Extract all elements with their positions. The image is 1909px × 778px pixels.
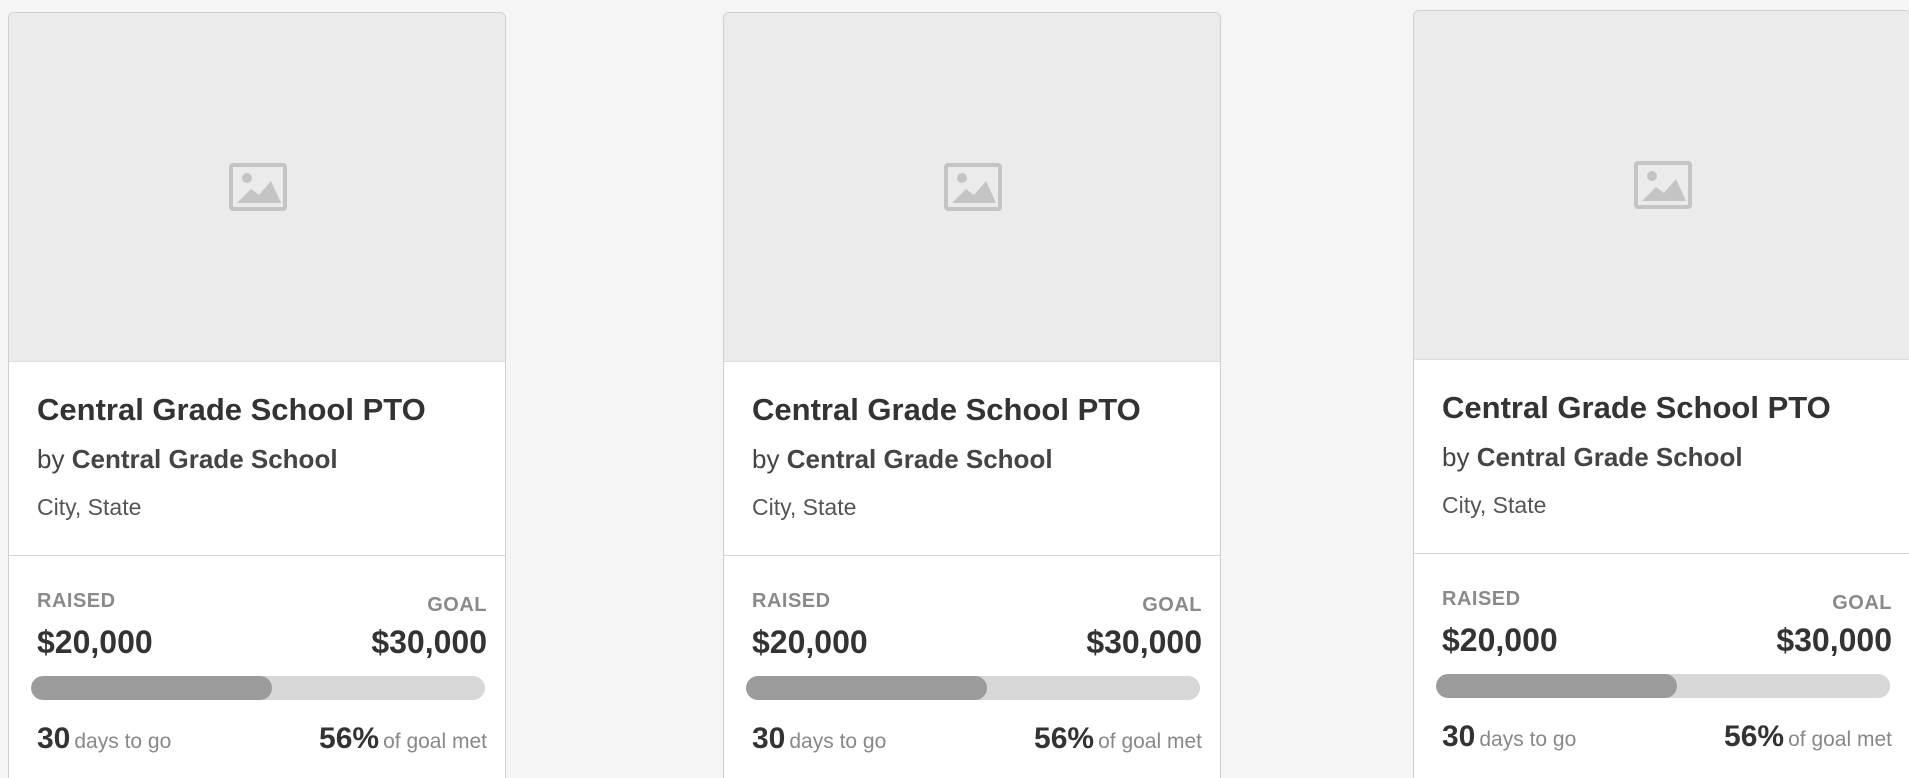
days-text: days to go	[789, 730, 887, 753]
goal-percent: 56% of goal met	[319, 722, 487, 756]
raised-amount: $20,000	[752, 624, 868, 660]
progress-bar	[746, 676, 1200, 700]
raised-label: RAISED	[752, 590, 831, 612]
card-image-placeholder[interactable]	[724, 13, 1220, 362]
campaign-byline: by Central Grade School	[752, 444, 1053, 475]
days-value: 30	[1442, 720, 1476, 753]
days-to-go: 30 days to go	[752, 722, 886, 756]
fundraising-stats: RAISED GOAL $20,000 $30,000 30 days to go…	[9, 556, 505, 756]
percent-text: of goal met	[383, 730, 487, 753]
by-prefix: by	[752, 444, 780, 474]
raised-label: RAISED	[1442, 588, 1521, 610]
progress-fill	[1436, 674, 1677, 698]
goal-label: GOAL	[427, 594, 487, 616]
progress-fill	[31, 676, 272, 700]
card-body: Central Grade School PTO by Central Grad…	[9, 362, 505, 556]
progress-bar	[31, 676, 485, 700]
fundraising-stats: RAISED GOAL $20,000 $30,000 30 days to go…	[1414, 554, 1909, 754]
by-prefix: by	[37, 444, 65, 474]
campaign-byline: by Central Grade School	[37, 444, 338, 475]
goal-amount: $30,000	[1776, 622, 1892, 658]
campaign-card[interactable]: Central Grade School PTO by Central Grad…	[723, 12, 1221, 778]
raised-amount: $20,000	[37, 624, 153, 660]
campaign-location: City, State	[1442, 492, 1547, 518]
goal-amount: $30,000	[1086, 624, 1202, 660]
campaign-card-grid: Central Grade School PTO by Central Grad…	[0, 0, 1909, 778]
days-to-go: 30 days to go	[37, 722, 171, 756]
image-placeholder-icon	[229, 163, 287, 211]
organization-name[interactable]: Central Grade School	[1477, 442, 1743, 472]
fundraising-stats: RAISED GOAL $20,000 $30,000 30 days to go…	[724, 556, 1220, 756]
organization-name[interactable]: Central Grade School	[787, 444, 1053, 474]
campaign-title[interactable]: Central Grade School PTO	[37, 392, 426, 428]
campaign-location: City, State	[37, 494, 142, 520]
days-value: 30	[752, 722, 786, 755]
card-body: Central Grade School PTO by Central Grad…	[724, 362, 1220, 556]
organization-name[interactable]: Central Grade School	[72, 444, 338, 474]
days-text: days to go	[74, 730, 172, 753]
progress-bar	[1436, 674, 1890, 698]
goal-label: GOAL	[1142, 594, 1202, 616]
days-to-go: 30 days to go	[1442, 720, 1576, 754]
card-body: Central Grade School PTO by Central Grad…	[1414, 360, 1909, 554]
by-prefix: by	[1442, 442, 1470, 472]
image-placeholder-icon	[1634, 161, 1692, 209]
card-image-placeholder[interactable]	[1414, 11, 1909, 360]
campaign-title[interactable]: Central Grade School PTO	[1442, 390, 1831, 426]
percent-value: 56%	[319, 722, 380, 755]
campaign-location: City, State	[752, 494, 857, 520]
card-image-placeholder[interactable]	[9, 13, 505, 362]
percent-text: of goal met	[1788, 728, 1892, 751]
image-placeholder-icon	[944, 163, 1002, 211]
goal-percent: 56% of goal met	[1724, 720, 1892, 754]
days-value: 30	[37, 722, 71, 755]
goal-percent: 56% of goal met	[1034, 722, 1202, 756]
goal-amount: $30,000	[371, 624, 487, 660]
percent-text: of goal met	[1098, 730, 1202, 753]
percent-value: 56%	[1034, 722, 1095, 755]
raised-amount: $20,000	[1442, 622, 1558, 658]
goal-label: GOAL	[1832, 592, 1892, 614]
raised-label: RAISED	[37, 590, 116, 612]
percent-value: 56%	[1724, 720, 1785, 753]
campaign-card[interactable]: Central Grade School PTO by Central Grad…	[1413, 10, 1909, 778]
campaign-title[interactable]: Central Grade School PTO	[752, 392, 1141, 428]
campaign-card[interactable]: Central Grade School PTO by Central Grad…	[8, 12, 506, 778]
campaign-byline: by Central Grade School	[1442, 442, 1743, 473]
progress-fill	[746, 676, 987, 700]
days-text: days to go	[1479, 728, 1577, 751]
